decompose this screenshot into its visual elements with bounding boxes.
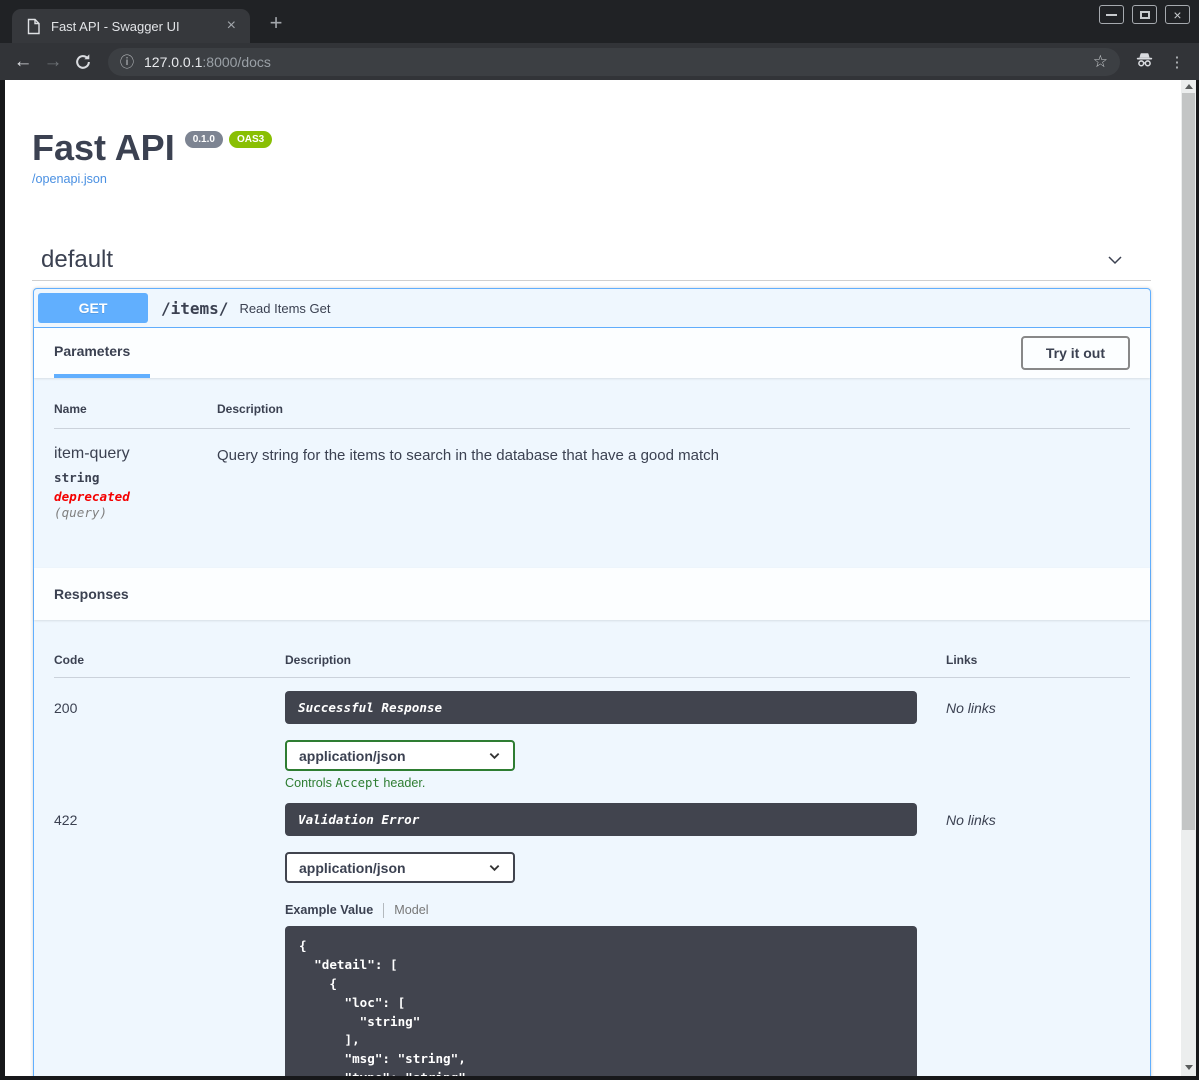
get-method-badge: GET [38, 293, 148, 323]
page-scrollbar[interactable] [1181, 80, 1196, 1076]
example-json-code: { "detail": [ { "loc": [ "string" ], "ms… [285, 926, 917, 1076]
browser-toolbar: ← → ⓘ 127.0.0.1:8000/docs ☆ ⋮ [0, 43, 1199, 80]
document-icon [27, 18, 40, 34]
response-code: 422 [54, 812, 78, 828]
tag-title[interactable]: default [41, 246, 113, 274]
oas3-badge: OAS3 [228, 131, 273, 148]
parameter-deprecated-flag: deprecated [54, 489, 130, 504]
version-badge: 0.1.0 [184, 131, 223, 148]
parameters-tab-label: Parameters [54, 343, 131, 359]
operation-summary-bar[interactable]: GET /items/ Read Items Get [34, 289, 1150, 328]
accept-note-code: Accept [335, 776, 380, 790]
content-type-value: application/json [299, 859, 406, 876]
scrollbar-thumb[interactable] [1182, 93, 1195, 830]
response-content-type-select[interactable]: application/json [285, 852, 515, 883]
responses-table: Code Description Links 200 Successful Re… [34, 620, 1150, 1076]
select-chevron-icon [489, 752, 500, 760]
reload-icon [76, 53, 90, 69]
column-header-code: Code [54, 653, 84, 667]
example-model-tabs: Example Value Model [285, 902, 946, 918]
parameter-description: Query string for the items to search in … [217, 447, 719, 464]
bookmark-star-icon[interactable]: ☆ [1093, 52, 1108, 72]
browser-tab[interactable]: Fast API - Swagger UI × [12, 9, 250, 43]
response-description-box: Validation Error [285, 803, 917, 836]
select-chevron-icon [489, 864, 500, 872]
parameters-table: Name Description item-query string depre… [34, 378, 1150, 568]
responses-title: Responses [54, 586, 129, 602]
forward-button[interactable]: → [38, 51, 68, 73]
minimize-button[interactable] [1099, 5, 1124, 24]
operation-description: Read Items Get [239, 300, 331, 316]
chevron-down-icon[interactable] [1105, 250, 1125, 270]
swagger-page: Fast API 0.1.0 OAS3 /openapi.json defaul… [5, 80, 1196, 1076]
column-header-links: Links [946, 653, 978, 667]
back-button[interactable]: ← [8, 51, 38, 73]
browser-menu-button[interactable]: ⋮ [1167, 53, 1187, 71]
tab-close-icon[interactable]: × [223, 17, 240, 35]
accept-note-suffix: header. [379, 776, 426, 790]
response-row-422: 422 Validation Error application/json Ex… [54, 790, 1130, 1076]
api-title: Fast API [32, 127, 175, 168]
section-divider [32, 280, 1151, 281]
tab-title: Fast API - Swagger UI [51, 18, 180, 34]
try-it-out-button[interactable]: Try it out [1020, 336, 1130, 370]
url-host: 127.0.0.1 [144, 53, 203, 70]
url-path: :8000/docs [202, 53, 271, 70]
content-type-value: application/json [299, 747, 406, 764]
model-tab[interactable]: Model [394, 903, 428, 917]
response-links: No links [946, 700, 996, 716]
tab-separator [383, 902, 385, 918]
tag-section-header[interactable]: default [41, 243, 1151, 277]
response-content-type-select[interactable]: application/json [285, 740, 515, 771]
window-controls: × [1099, 5, 1190, 24]
reload-button[interactable] [68, 53, 98, 71]
minimize-icon [1106, 13, 1117, 16]
operation-block-get-items: GET /items/ Read Items Get Parameters Tr… [33, 288, 1151, 1076]
example-value-tab[interactable]: Example Value [285, 903, 373, 917]
accept-header-note: Controls Accept header. [285, 776, 946, 790]
maximize-icon [1139, 10, 1150, 19]
parameter-location: (query) [54, 505, 108, 520]
column-header-description: Description [285, 653, 352, 667]
scrollbar-down-arrow[interactable] [1181, 1061, 1196, 1074]
response-links: No links [946, 812, 996, 828]
parameters-tab: Parameters [54, 328, 151, 378]
accept-note-prefix: Controls [285, 776, 336, 790]
close-window-button[interactable]: × [1165, 5, 1190, 24]
response-description-box: Successful Response [285, 691, 917, 724]
close-icon: × [1173, 6, 1182, 23]
parameter-name: item-query [54, 445, 130, 462]
url-text: 127.0.0.1:8000/docs [144, 54, 1093, 70]
parameter-type: string [54, 470, 100, 485]
column-header-name: Name [54, 402, 87, 416]
openapi-json-link[interactable]: /openapi.json [32, 172, 1181, 186]
operation-path: /items/ [161, 298, 229, 318]
responses-header: Responses [34, 568, 1150, 620]
response-code: 200 [54, 700, 78, 716]
maximize-button[interactable] [1132, 5, 1157, 24]
incognito-icon [1134, 51, 1155, 73]
parameters-header: Parameters Try it out [34, 328, 1150, 378]
scrollbar-up-arrow[interactable] [1181, 80, 1196, 93]
site-info-icon[interactable]: ⓘ [120, 52, 134, 72]
response-row-200: 200 Successful Response application/json… [54, 678, 1130, 790]
column-header-description: Description [217, 402, 284, 416]
tab-strip: Fast API - Swagger UI × + × [0, 0, 1199, 43]
address-bar[interactable]: ⓘ 127.0.0.1:8000/docs ☆ [108, 47, 1120, 76]
new-tab-button[interactable]: + [263, 10, 289, 36]
parameter-row: item-query string deprecated (query) Que… [54, 429, 1130, 568]
